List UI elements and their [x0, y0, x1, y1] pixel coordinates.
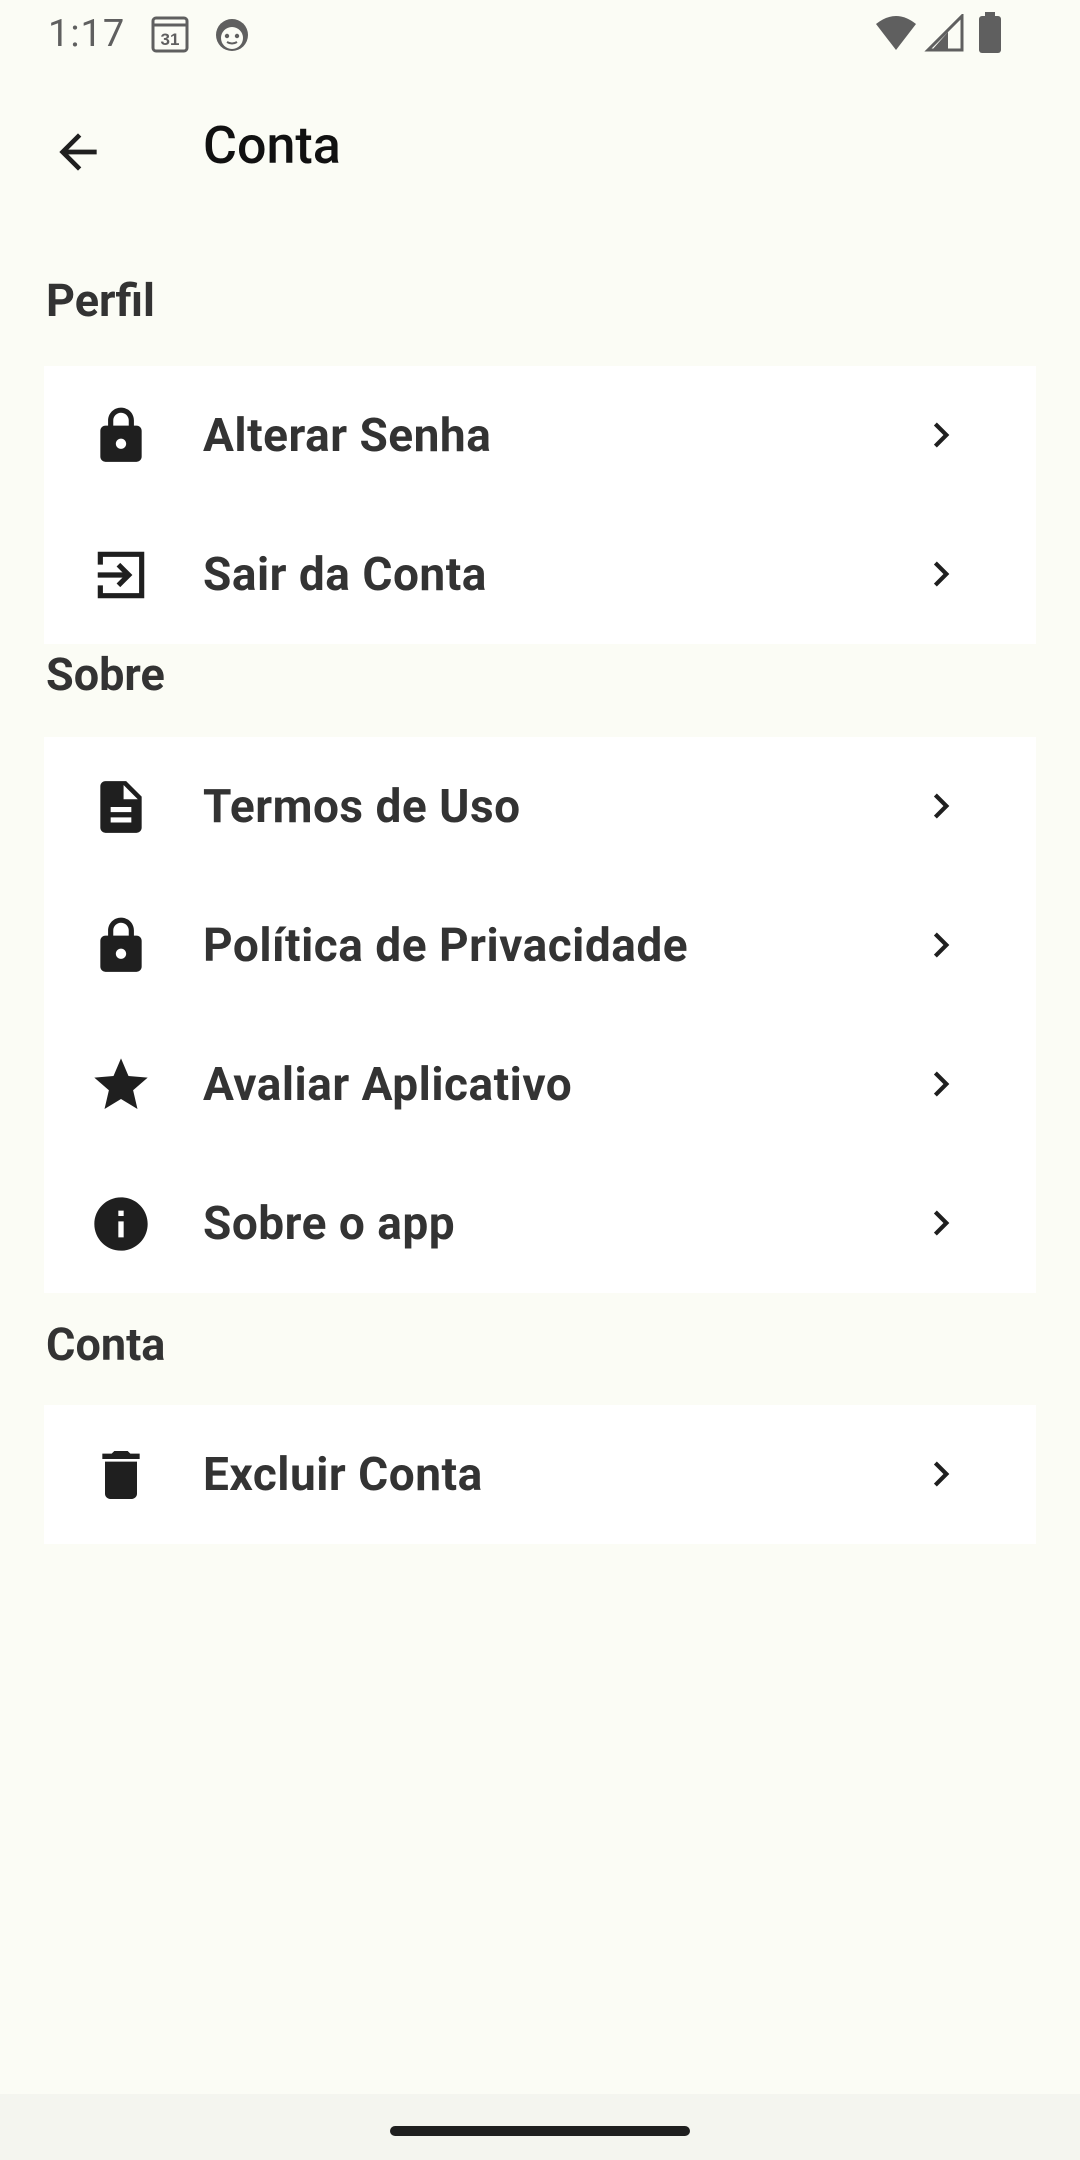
calendar-day: 31 — [161, 30, 180, 49]
battery-icon — [979, 12, 1001, 53]
logout-icon — [89, 543, 153, 607]
menu-item-label: Alterar Senha — [203, 408, 492, 463]
trash-icon — [89, 1443, 153, 1507]
signal-icon — [924, 14, 964, 52]
lock-icon — [89, 404, 153, 468]
account-card: Excluir Conta — [44, 1405, 1036, 1544]
home-handle[interactable] — [390, 2126, 690, 2136]
menu-item-label: Sobre o app — [203, 1196, 456, 1251]
face-icon — [216, 19, 248, 51]
back-button[interactable] — [36, 110, 120, 194]
profile-card: Alterar Senha Sair da Conta — [44, 366, 1036, 644]
page-title: Conta — [203, 115, 341, 176]
account-screen: 1:17 31 Conta Perfil Alterar Senha Sair … — [0, 0, 1080, 2160]
arrow-back-icon — [59, 133, 97, 171]
about-card: Termos de Uso Política de Privacidade Av… — [44, 737, 1036, 1293]
gesture-nav-bar — [0, 2094, 1080, 2160]
section-title-account: Conta — [46, 1318, 166, 1371]
menu-item-label: Termos de Uso — [203, 779, 521, 834]
status-bar: 1:17 31 — [0, 0, 1080, 66]
section-title-profile: Perfil — [46, 274, 155, 327]
document-icon — [89, 775, 153, 839]
menu-item-label: Sair da Conta — [203, 547, 487, 602]
app-bar: Conta — [0, 80, 1080, 210]
menu-item-logout[interactable]: Sair da Conta — [44, 505, 1036, 644]
menu-item-delete-account[interactable]: Excluir Conta — [44, 1405, 1036, 1544]
menu-item-label: Avaliar Aplicativo — [203, 1057, 573, 1112]
lock-icon — [89, 914, 153, 978]
menu-item-privacy-policy[interactable]: Política de Privacidade — [44, 876, 1036, 1015]
menu-item-label: Política de Privacidade — [203, 918, 689, 973]
chevron-right-icon — [933, 932, 950, 958]
wifi-icon — [876, 16, 916, 50]
section-title-about: Sobre — [46, 648, 165, 701]
chevron-right-icon — [933, 1461, 950, 1487]
chevron-right-icon — [933, 793, 950, 819]
calendar-icon: 31 — [151, 16, 189, 53]
info-icon — [89, 1192, 153, 1256]
menu-item-rate-app[interactable]: Avaliar Aplicativo — [44, 1015, 1036, 1154]
chevron-right-icon — [933, 1210, 950, 1236]
star-icon — [89, 1053, 153, 1117]
menu-item-change-password[interactable]: Alterar Senha — [44, 366, 1036, 505]
menu-item-terms[interactable]: Termos de Uso — [44, 737, 1036, 876]
chevron-right-icon — [933, 422, 950, 448]
chevron-right-icon — [933, 1071, 950, 1097]
chevron-right-icon — [933, 561, 950, 587]
menu-item-label: Excluir Conta — [203, 1447, 483, 1502]
menu-item-about-app[interactable]: Sobre o app — [44, 1154, 1036, 1293]
status-time: 1:17 — [48, 12, 126, 56]
